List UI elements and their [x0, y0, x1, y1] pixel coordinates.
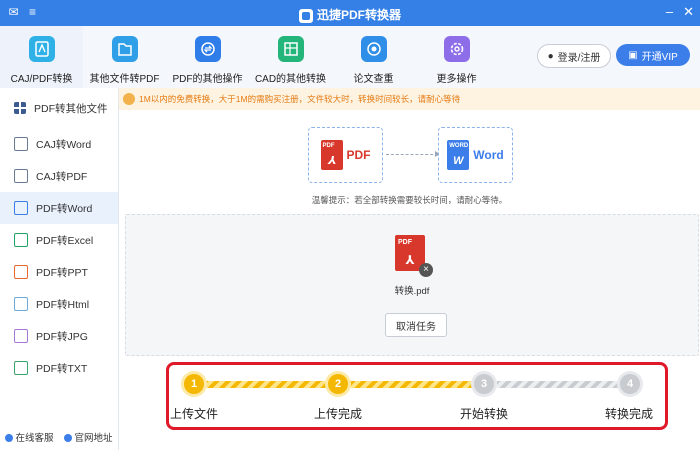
jpg-file-icon [14, 329, 28, 343]
step-4-label: 转换完成 [605, 407, 654, 421]
sidebar-item-label: PDF转Html [36, 298, 90, 311]
minimize-icon[interactable]: – [666, 4, 673, 20]
headset-icon [5, 434, 14, 443]
txt-file-icon [14, 361, 28, 375]
word-tag: WORD [449, 143, 469, 149]
tab-cad-convert[interactable]: CAD的其他转换 [249, 26, 332, 88]
sidebar-item-label: CAJ转PDF [36, 170, 88, 183]
step-3-label: 开始转换 [460, 407, 509, 421]
target-format-label: Word [473, 148, 504, 162]
step-4-indicator: 4 [620, 374, 640, 394]
sidebar: PDF转其他文件 CAJ转Word CAJ转PDF PDF转Word PDF转E… [0, 88, 119, 450]
progress-segment [350, 381, 473, 388]
speaker-icon [123, 93, 135, 105]
tab-label: PDF的其他操作 [172, 74, 243, 85]
caj-file-icon [14, 169, 28, 183]
notice-text: 1M以内的免费转换，大于1M的需购买注册，文件较大时，转换时间较长，请耐心等待 [139, 94, 461, 104]
sidebar-item-pdf-to-other[interactable]: PDF转其他文件 [0, 92, 118, 124]
sidebar-footer: 在线客服 官网地址 [0, 430, 118, 444]
cart-icon: ▣ [628, 49, 638, 61]
sidebar-item-label: PDF转PPT [36, 266, 88, 279]
sidebar-item-label: CAJ转Word [36, 138, 92, 151]
tab-label: 论文查重 [353, 74, 394, 85]
word-file-icon: WORD W [447, 140, 470, 170]
step-2-label: 上传完成 [314, 407, 363, 421]
tip-text: 温馨提示：若全部转换需要较长时间，请耐心等待。 [311, 195, 508, 205]
sidebar-item-pdf-to-word[interactable]: PDF转Word [0, 192, 118, 224]
official-site-label: 官网地址 [74, 433, 113, 444]
official-site-link[interactable]: 官网地址 [64, 430, 113, 444]
tab-caj-pdf[interactable]: CAJ/PDF转换 [0, 26, 83, 88]
tab-plagiarism-check[interactable]: 论文查重 [332, 26, 415, 88]
app-logo-icon [298, 8, 313, 23]
file-tag: PDF [398, 239, 412, 246]
pdf-ops-icon [195, 36, 221, 62]
close-icon[interactable]: ✕ [683, 4, 694, 20]
user-icon: ● [547, 50, 554, 62]
settings-gear-icon [444, 36, 470, 62]
sidebar-item-label: PDF转TXT [36, 362, 88, 375]
plagiarism-check-icon [361, 36, 387, 62]
convert-arrow-icon [386, 151, 440, 157]
step-2-indicator: 2 [328, 374, 348, 394]
sidebar-item-pdf-to-jpg[interactable]: PDF转JPG [0, 320, 118, 352]
title-bar: ✉ ≡ 迅捷PDF转换器 – ✕ [0, 0, 700, 26]
online-service-label: 在线客服 [15, 433, 54, 444]
login-label: 登录/注册 [557, 52, 601, 64]
step-3-indicator: 3 [474, 374, 494, 394]
source-format-box: PDF ⅄ PDF [308, 127, 383, 183]
notice-bar: 1M以内的免费转换，大于1M的需购买注册，文件较大时，转换时间较长，请耐心等待 [119, 88, 700, 110]
file-dropzone[interactable]: PDF ⅄ × 转换.pdf 取消任务 [125, 214, 699, 356]
progress-segment [204, 381, 326, 388]
tab-label: 更多操作 [436, 74, 477, 85]
tab-label: CAD的其他转换 [254, 74, 327, 85]
online-service-link[interactable]: 在线客服 [5, 430, 54, 444]
sidebar-item-pdf-to-ppt[interactable]: PDF转PPT [0, 256, 118, 288]
cad-convert-icon [278, 36, 304, 62]
progress-segment [497, 381, 618, 388]
globe-icon [64, 434, 73, 443]
sidebar-item-label: PDF转其他文件 [34, 102, 108, 115]
app-title-text: 迅捷PDF转换器 [316, 8, 401, 22]
sidebar-item-label: PDF转Word [36, 202, 93, 215]
grid-icon [14, 102, 26, 114]
file-name: 转换.pdf [394, 286, 430, 297]
sidebar-item-label: PDF转JPG [36, 330, 88, 343]
login-button[interactable]: ● 登录/注册 [537, 44, 611, 68]
caj-pdf-icon [29, 36, 55, 62]
pdf-tag: PDF [322, 143, 335, 149]
sidebar-item-label: PDF转Excel [36, 234, 94, 247]
tab-file-to-pdf[interactable]: 其他文件转PDF [83, 26, 166, 88]
vip-label: 开通VIP [641, 51, 678, 63]
ppt-file-icon [14, 265, 28, 279]
cancel-task-button[interactable]: 取消任务 [385, 313, 447, 337]
sidebar-item-caj-to-word[interactable]: CAJ转Word [0, 128, 118, 160]
tab-label: CAJ/PDF转换 [10, 74, 73, 85]
app-title: 迅捷PDF转换器 [0, 6, 700, 23]
tab-more-ops[interactable]: 更多操作 [415, 26, 498, 88]
sidebar-item-pdf-to-txt[interactable]: PDF转TXT [0, 352, 118, 384]
html-file-icon [14, 297, 28, 311]
main-panel: 1M以内的免费转换，大于1M的需购买注册，文件较大时，转换时间较长，请耐心等待 … [119, 88, 700, 450]
word-file-icon [14, 201, 28, 215]
tab-pdf-ops[interactable]: PDF的其他操作 [166, 26, 249, 88]
excel-file-icon [14, 233, 28, 247]
progress-steps: 1 2 3 4 上传文件 上传完成 开始转换 转换完成 [166, 362, 668, 430]
pdf-file-icon: PDF ⅄ [320, 140, 343, 170]
caj-file-icon [14, 137, 28, 151]
step-1-label: 上传文件 [170, 407, 219, 421]
step-1-indicator: 1 [184, 374, 204, 394]
main-toolbar: CAJ/PDF转换 其他文件转PDF PDF的其他操作 CAD的其他转换 论文查… [0, 26, 700, 89]
vip-button[interactable]: ▣ 开通VIP [616, 44, 690, 66]
target-format-box: WORD W Word [438, 127, 513, 183]
tab-label: 其他文件转PDF [89, 74, 160, 85]
remove-file-icon[interactable]: × [419, 263, 433, 277]
sidebar-item-pdf-to-excel[interactable]: PDF转Excel [0, 224, 118, 256]
file-to-pdf-icon [112, 36, 138, 62]
sidebar-item-caj-to-pdf[interactable]: CAJ转PDF [0, 160, 118, 192]
source-format-label: PDF [346, 148, 371, 162]
sidebar-item-pdf-to-html[interactable]: PDF转Html [0, 288, 118, 320]
